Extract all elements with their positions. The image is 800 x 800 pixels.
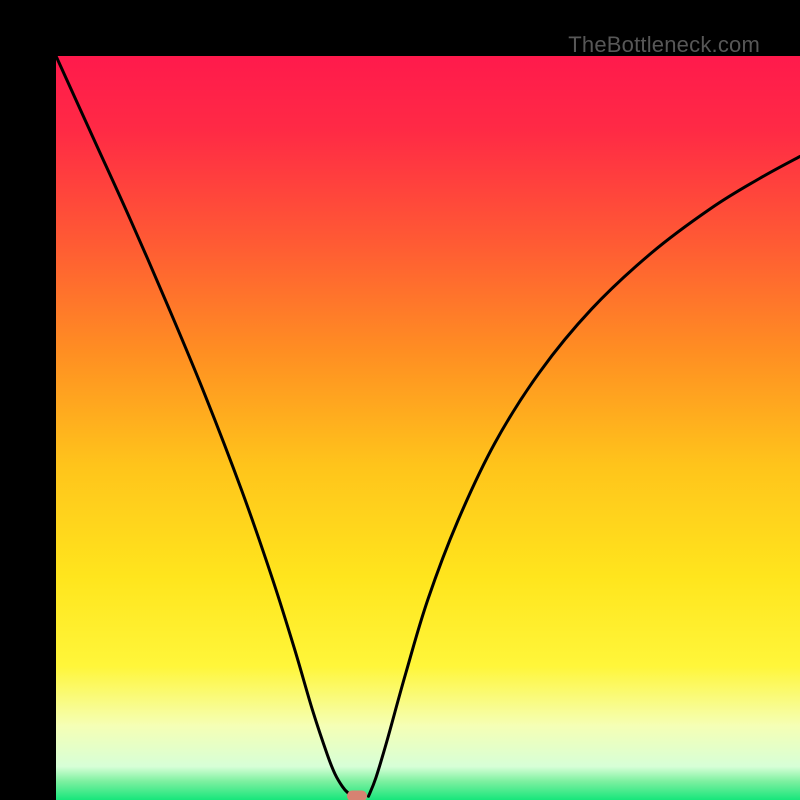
chart-frame: TheBottleneck.com: [0, 0, 800, 800]
bottleneck-marker: [347, 791, 367, 800]
bottleneck-curve: [56, 56, 800, 800]
watermark-text: TheBottleneck.com: [568, 32, 760, 58]
chart-plot-area: [56, 56, 800, 800]
